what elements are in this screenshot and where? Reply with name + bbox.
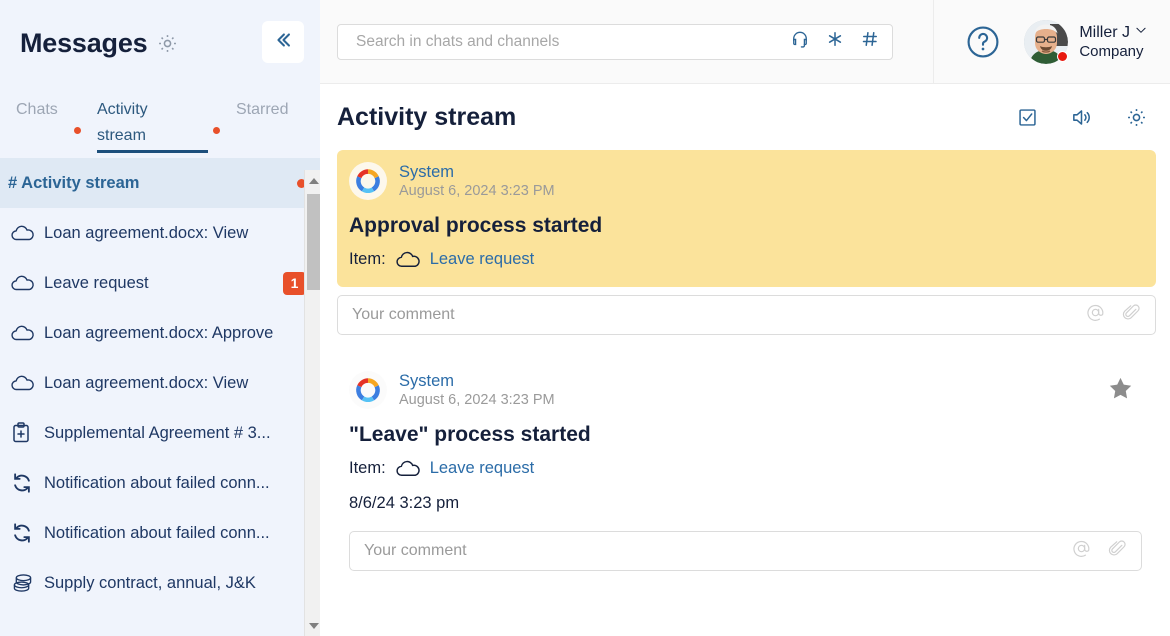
system-avatar-icon bbox=[349, 162, 387, 200]
chevron-down-icon[interactable] bbox=[1134, 23, 1148, 42]
gear-icon[interactable] bbox=[156, 32, 179, 55]
asterisk-icon[interactable] bbox=[825, 29, 845, 54]
message-item-row: Item: Leave request bbox=[349, 459, 1142, 478]
checkbox-checked-icon[interactable] bbox=[1017, 107, 1038, 128]
tab-active-underline bbox=[97, 150, 208, 153]
cloud-icon bbox=[11, 325, 37, 342]
message-title: "Leave" process started bbox=[349, 423, 591, 446]
sidebar-item-loan-view-2[interactable]: Loan agreement.docx: View bbox=[0, 358, 320, 408]
sidebar-item-label: Supplemental Agreement # 3... bbox=[44, 423, 271, 442]
sidebar-item-label: Supply contract, annual, J&K bbox=[44, 573, 256, 592]
collapse-sidebar-button[interactable] bbox=[262, 21, 304, 63]
top-bar-right: Miller J Company bbox=[933, 0, 1152, 84]
content-header: Activity stream bbox=[320, 84, 1170, 150]
sidebar-list: # Activity stream Loan agreement.docx: V… bbox=[0, 158, 320, 636]
status-badge bbox=[1057, 50, 1069, 62]
gear-icon[interactable] bbox=[1125, 106, 1148, 129]
sidebar-item-leave-request[interactable]: Leave request 1 bbox=[0, 258, 320, 308]
sidebar-item-label: Loan agreement.docx: Approve bbox=[44, 323, 274, 342]
search-bar[interactable] bbox=[337, 23, 893, 60]
avatar[interactable] bbox=[1024, 19, 1069, 64]
clipboard-plus-icon bbox=[11, 422, 37, 444]
message-item-link[interactable]: Leave request bbox=[430, 459, 535, 478]
sidebar-item-label: # Activity stream bbox=[8, 173, 140, 192]
user-organization: Company bbox=[1079, 42, 1144, 60]
sync-icon bbox=[11, 522, 37, 544]
page-title: Messages bbox=[20, 27, 148, 58]
sync-icon bbox=[11, 472, 37, 494]
sidebar-item-label: Loan agreement.docx: View bbox=[44, 373, 249, 392]
sidebar-item-supply-contract[interactable]: Supply contract, annual, J&K bbox=[0, 558, 320, 608]
tab-starred-unread-dot bbox=[213, 127, 220, 134]
main-panel: Miller J Company Activity stream bbox=[320, 0, 1170, 636]
sound-on-icon[interactable] bbox=[1070, 106, 1093, 129]
sidebar-item-label: Loan agreement.docx: View bbox=[44, 223, 249, 242]
star-icon[interactable] bbox=[1107, 371, 1142, 407]
mention-icon[interactable] bbox=[1086, 303, 1105, 327]
message-title: Approval process started bbox=[349, 214, 603, 237]
message-date-line: 8/6/24 3:23 pm bbox=[349, 494, 460, 512]
tab-activity-stream[interactable]: Activity stream bbox=[97, 97, 167, 149]
comment-input[interactable] bbox=[352, 306, 1086, 324]
user-menu[interactable]: Miller J Company bbox=[1024, 19, 1148, 64]
sidebar-item-label: Notification about failed conn... bbox=[44, 523, 270, 542]
sidebar-tabs: Chats Activity stream Starred bbox=[0, 86, 320, 158]
sidebar-item-label: Notification about failed conn... bbox=[44, 473, 270, 492]
system-avatar-icon bbox=[349, 371, 387, 409]
cloud-icon bbox=[396, 460, 421, 478]
activity-message[interactable]: System August 6, 2024 3:23 PM "Leave" pr… bbox=[337, 359, 1156, 571]
cloud-icon bbox=[11, 225, 37, 242]
message-item-label: Item: bbox=[349, 459, 386, 477]
sidebar-item-label: Leave request bbox=[44, 273, 149, 292]
hash-icon[interactable] bbox=[860, 29, 880, 54]
double-chevron-left-icon bbox=[272, 29, 294, 56]
scroll-up-arrow-icon[interactable] bbox=[308, 175, 319, 186]
sidebar-item-loan-approve[interactable]: Loan agreement.docx: Approve bbox=[0, 308, 320, 358]
sidebar-item-failed-conn-1[interactable]: Notification about failed conn... bbox=[0, 458, 320, 508]
tab-chats[interactable]: Chats bbox=[16, 97, 58, 123]
headset-icon[interactable] bbox=[790, 29, 810, 54]
sidebar-item-loan-view-1[interactable]: Loan agreement.docx: View bbox=[0, 208, 320, 258]
mention-icon[interactable] bbox=[1072, 539, 1091, 563]
attachment-icon[interactable] bbox=[1122, 303, 1141, 327]
message-author[interactable]: System bbox=[399, 163, 555, 182]
top-bar: Miller J Company bbox=[320, 0, 1170, 84]
search-input[interactable] bbox=[356, 32, 780, 51]
comment-box[interactable] bbox=[349, 531, 1142, 571]
scroll-down-arrow-icon[interactable] bbox=[308, 620, 319, 631]
comment-box[interactable] bbox=[337, 295, 1156, 335]
comment-input[interactable] bbox=[364, 542, 1072, 560]
content-title: Activity stream bbox=[337, 102, 517, 131]
user-name: Miller J bbox=[1079, 23, 1130, 41]
message-timestamp: August 6, 2024 3:23 PM bbox=[399, 392, 555, 408]
cloud-icon bbox=[11, 375, 37, 392]
attachment-icon[interactable] bbox=[1108, 539, 1127, 563]
message-item-label: Item: bbox=[349, 250, 386, 268]
sidebar-scrollbar[interactable] bbox=[304, 170, 320, 636]
cloud-icon bbox=[11, 275, 37, 292]
tab-chats-unread-dot bbox=[74, 127, 81, 134]
scrollbar-thumb[interactable] bbox=[307, 194, 320, 290]
tab-starred[interactable]: Starred bbox=[236, 97, 288, 123]
sidebar-item-supplemental-agreement[interactable]: Supplemental Agreement # 3... bbox=[0, 408, 320, 458]
sidebar-item-activity-stream[interactable]: # Activity stream bbox=[0, 158, 320, 208]
question-circle-icon[interactable] bbox=[964, 23, 1002, 61]
message-item-row: Item: Leave request bbox=[349, 250, 1142, 269]
sidebar-header: Messages bbox=[0, 0, 320, 86]
app-root: Messages Chats Activity stream Starred #… bbox=[0, 0, 1170, 636]
message-author[interactable]: System bbox=[399, 372, 555, 391]
sidebar-item-failed-conn-2[interactable]: Notification about failed conn... bbox=[0, 508, 320, 558]
database-icon bbox=[11, 573, 37, 593]
cloud-icon bbox=[396, 251, 421, 269]
message-item-link[interactable]: Leave request bbox=[430, 250, 535, 269]
sidebar: Messages Chats Activity stream Starred #… bbox=[0, 0, 320, 636]
activity-stream-list: System August 6, 2024 3:23 PM Approval p… bbox=[320, 150, 1170, 636]
activity-message-highlighted[interactable]: System August 6, 2024 3:23 PM Approval p… bbox=[337, 150, 1156, 287]
unread-count-badge: 1 bbox=[283, 271, 306, 295]
message-timestamp: August 6, 2024 3:23 PM bbox=[399, 183, 555, 199]
